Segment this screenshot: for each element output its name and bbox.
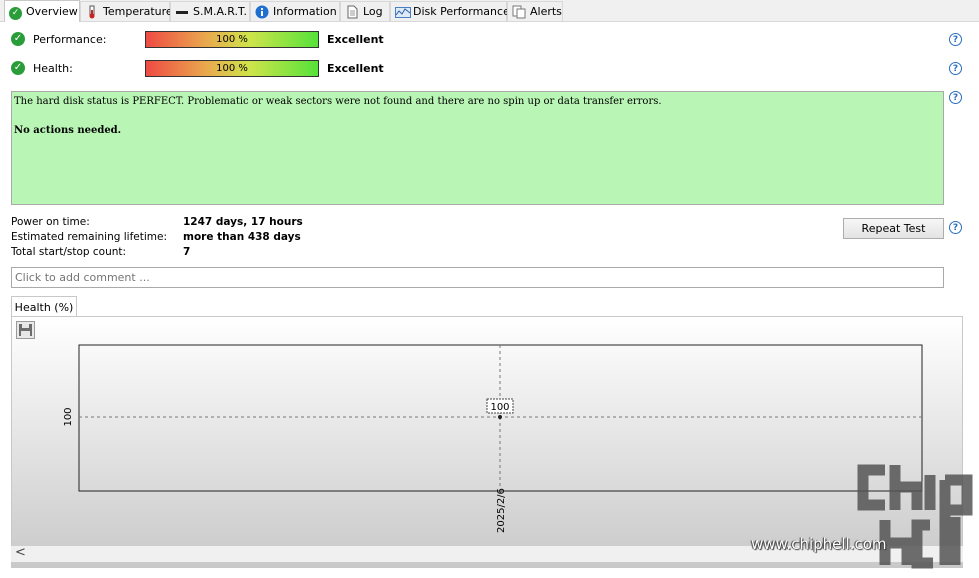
thermometer-icon: [85, 5, 99, 19]
health-label: Health:: [33, 61, 73, 75]
info-icon: [255, 5, 269, 19]
startstop-label: Total start/stop count:: [11, 246, 127, 258]
comment-input[interactable]: [11, 267, 944, 288]
help-icon[interactable]: ?: [949, 33, 962, 46]
lifetime-value: more than 438 days: [183, 231, 301, 243]
tab-smart[interactable]: S.M.A.R.T.: [170, 1, 250, 21]
performance-label: Performance:: [33, 32, 107, 46]
tab-temperature[interactable]: Temperature: [80, 1, 173, 21]
status-message: The hard disk status is PERFECT. Problem…: [14, 96, 662, 107]
tab-information[interactable]: Information: [250, 1, 340, 21]
help-icon[interactable]: ?: [949, 91, 962, 104]
health-row: ✓ Health:: [11, 61, 73, 75]
tab-alerts[interactable]: Alerts: [507, 1, 563, 21]
help-icon[interactable]: ?: [949, 62, 962, 75]
repeat-test-button[interactable]: Repeat Test: [843, 218, 944, 239]
performance-graph-icon: [395, 5, 411, 19]
status-action: No actions needed.: [14, 125, 122, 136]
performance-bar: 100 %: [145, 31, 319, 48]
check-circle-icon: ✓: [9, 5, 22, 20]
performance-percent: 100 %: [216, 34, 248, 45]
tab-log[interactable]: Log: [340, 1, 390, 21]
watermark-text: www.chiphell.com: [751, 535, 887, 553]
health-rating: Excellent: [327, 62, 384, 75]
lifetime-label: Estimated remaining lifetime:: [11, 231, 167, 243]
performance-row: ✓ Performance:: [11, 32, 106, 46]
save-icon[interactable]: [16, 321, 35, 339]
help-icon[interactable]: ?: [949, 221, 962, 234]
power-on-value: 1247 days, 17 hours: [183, 216, 303, 228]
alerts-icon: [512, 5, 526, 19]
check-circle-icon: ✓: [11, 32, 25, 46]
tab-overview[interactable]: ✓ Overview: [4, 0, 80, 22]
health-bar: 100 %: [145, 60, 319, 77]
scroll-left-arrow-icon[interactable]: <: [15, 545, 26, 560]
dash-icon: [175, 5, 189, 19]
document-icon: [345, 5, 359, 19]
tab-health-chart[interactable]: Health (%): [11, 296, 77, 317]
chiphell-logo: [857, 464, 973, 569]
chart-panel: [11, 316, 963, 568]
startstop-value: 7: [183, 246, 191, 258]
tab-strip: ✓ Overview Temperature S.M.A.R.T. Inform…: [0, 0, 979, 22]
power-on-label: Power on time:: [11, 216, 90, 228]
status-message-box: The hard disk status is PERFECT. Problem…: [11, 91, 944, 205]
tab-disk-performance[interactable]: Disk Performance: [390, 1, 510, 21]
performance-rating: Excellent: [327, 33, 384, 46]
health-percent: 100 %: [216, 63, 248, 74]
check-circle-icon: ✓: [11, 61, 25, 75]
